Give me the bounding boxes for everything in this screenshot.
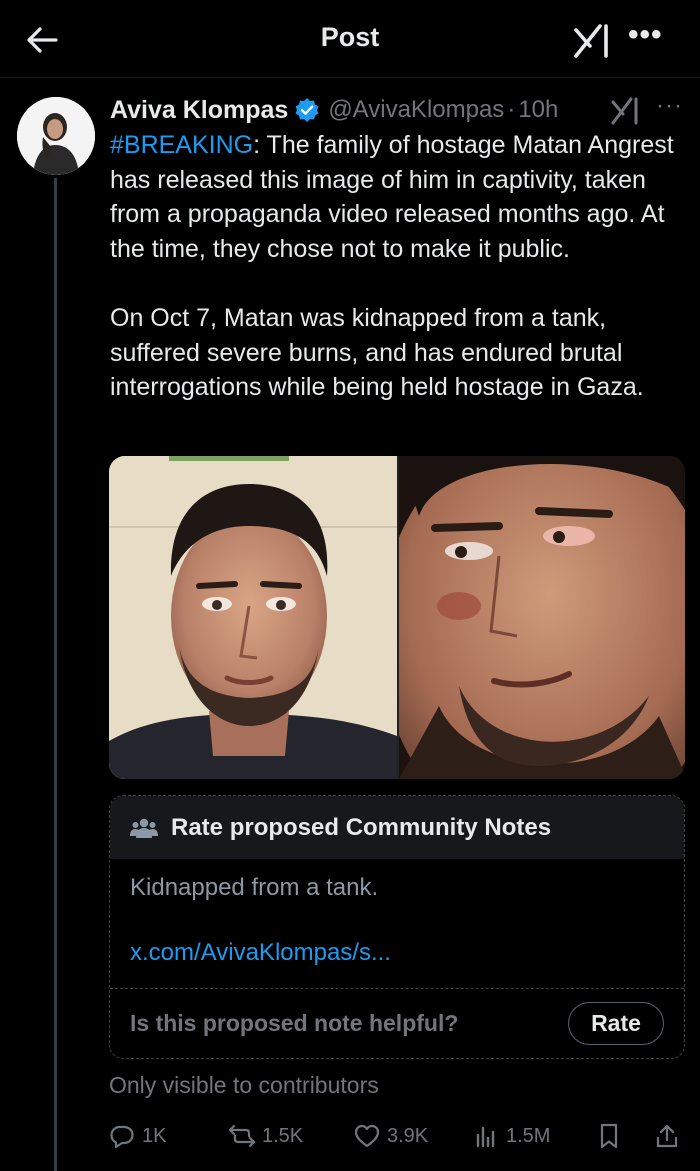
like-count: 3.9K xyxy=(387,1124,429,1147)
hostage-photo-left[interactable] xyxy=(109,456,397,779)
reply-icon xyxy=(110,1125,134,1149)
share-icon xyxy=(656,1124,678,1148)
post-text-2: On Oct 7, Matan was kidnapped from a tan… xyxy=(110,303,644,402)
thread-line xyxy=(54,178,57,1171)
people-icon xyxy=(130,816,158,840)
post-paragraph: #BREAKING: The family of hostage Matan A… xyxy=(110,128,695,266)
views-icon xyxy=(476,1126,495,1148)
bookmark-button[interactable] xyxy=(595,1118,629,1154)
avatar[interactable] xyxy=(17,97,95,175)
verified-badge-icon xyxy=(294,97,320,123)
community-note-header[interactable]: Rate proposed Community Notes xyxy=(110,796,684,859)
helpful-question: Is this proposed note helpful? xyxy=(130,1010,459,1036)
rate-button[interactable]: Rate xyxy=(568,1002,664,1045)
community-note-title: Rate proposed Community Notes xyxy=(171,813,552,841)
author-handle[interactable]: @AvivaKlompas xyxy=(328,96,504,124)
action-bar: 1K 1.5K 3.9K 1.5M xyxy=(108,1118,688,1154)
community-note-card: Rate proposed Community Notes Kidnapped … xyxy=(109,795,685,1059)
reply-count: 1K xyxy=(142,1124,167,1147)
post-media[interactable] xyxy=(109,456,685,779)
views-button[interactable]: 1.5M xyxy=(472,1118,550,1154)
visibility-note: Only visible to contributors xyxy=(109,1072,379,1098)
share-button[interactable] xyxy=(653,1118,687,1154)
views-count: 1.5M xyxy=(506,1124,551,1147)
post-time[interactable]: 10h xyxy=(518,96,558,124)
repost-button[interactable]: 1.5K xyxy=(228,1118,303,1154)
heart-icon xyxy=(354,1124,380,1148)
divider xyxy=(110,988,684,989)
more-icon[interactable]: ··· xyxy=(656,92,683,120)
post-header: Aviva Klompas @AvivaKlompas · 10h xyxy=(110,92,558,128)
grok-icon[interactable] xyxy=(570,20,614,60)
author-name[interactable]: Aviva Klompas xyxy=(110,96,288,125)
hashtag-link[interactable]: #BREAKING xyxy=(110,131,253,159)
top-bar: Post ••• xyxy=(0,0,700,78)
more-icon[interactable]: ••• xyxy=(628,18,663,52)
like-button[interactable]: 3.9K xyxy=(353,1118,428,1154)
grok-icon[interactable] xyxy=(608,94,642,126)
time-separator: · xyxy=(507,96,516,123)
repost-icon xyxy=(228,1124,256,1148)
hostage-photo-right[interactable] xyxy=(379,456,685,779)
community-note-body: Kidnapped from a tank. xyxy=(130,874,379,901)
reply-button[interactable]: 1K xyxy=(108,1118,166,1154)
post-text: #BREAKING: The family of hostage Matan A… xyxy=(110,128,695,439)
repost-count: 1.5K xyxy=(262,1124,304,1147)
community-note-link[interactable]: x.com/AvivaKlompas/s... xyxy=(130,939,391,967)
bookmark-icon xyxy=(600,1123,618,1149)
